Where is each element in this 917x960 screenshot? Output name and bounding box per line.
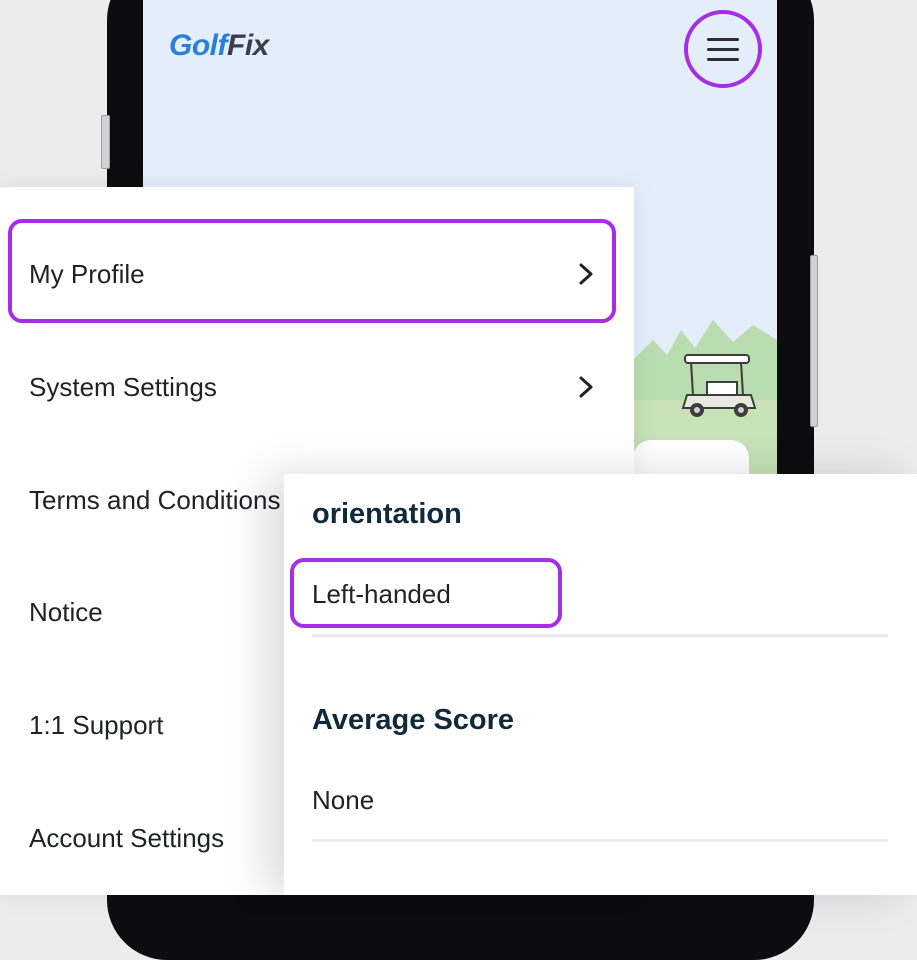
chevron-right-icon (579, 263, 593, 285)
logo-fix-text: Fix (227, 29, 269, 62)
orientation-value[interactable]: Left-handed (312, 579, 451, 610)
menu-item-label: Notice (29, 596, 103, 627)
profile-detail-panel: orientation Left-handed Average Score No… (284, 474, 917, 895)
phone-side-button (810, 255, 818, 427)
menu-item-system-settings[interactable]: System Settings (0, 332, 634, 442)
chevron-right-icon (579, 376, 593, 398)
orientation-heading: orientation (312, 498, 462, 530)
golffix-logo: GolfFix (169, 29, 269, 63)
menu-item-label: Account Settings (29, 822, 225, 853)
menu-item-label: My Profile (29, 258, 145, 289)
hamburger-menu-button[interactable] (684, 10, 762, 88)
menu-item-label: System Settings (29, 371, 217, 402)
average-score-value: None (312, 785, 375, 815)
divider (312, 634, 888, 637)
average-score-heading: Average Score (312, 704, 515, 736)
menu-item-my-profile[interactable]: My Profile (0, 219, 634, 329)
logo-golf-text: Golf (169, 29, 228, 62)
hamburger-menu-icon (707, 38, 739, 61)
phone-side-button (101, 115, 110, 169)
divider (312, 839, 888, 842)
menu-item-label: 1:1 Support (29, 709, 164, 740)
menu-item-label: Terms and Conditions (29, 484, 281, 515)
